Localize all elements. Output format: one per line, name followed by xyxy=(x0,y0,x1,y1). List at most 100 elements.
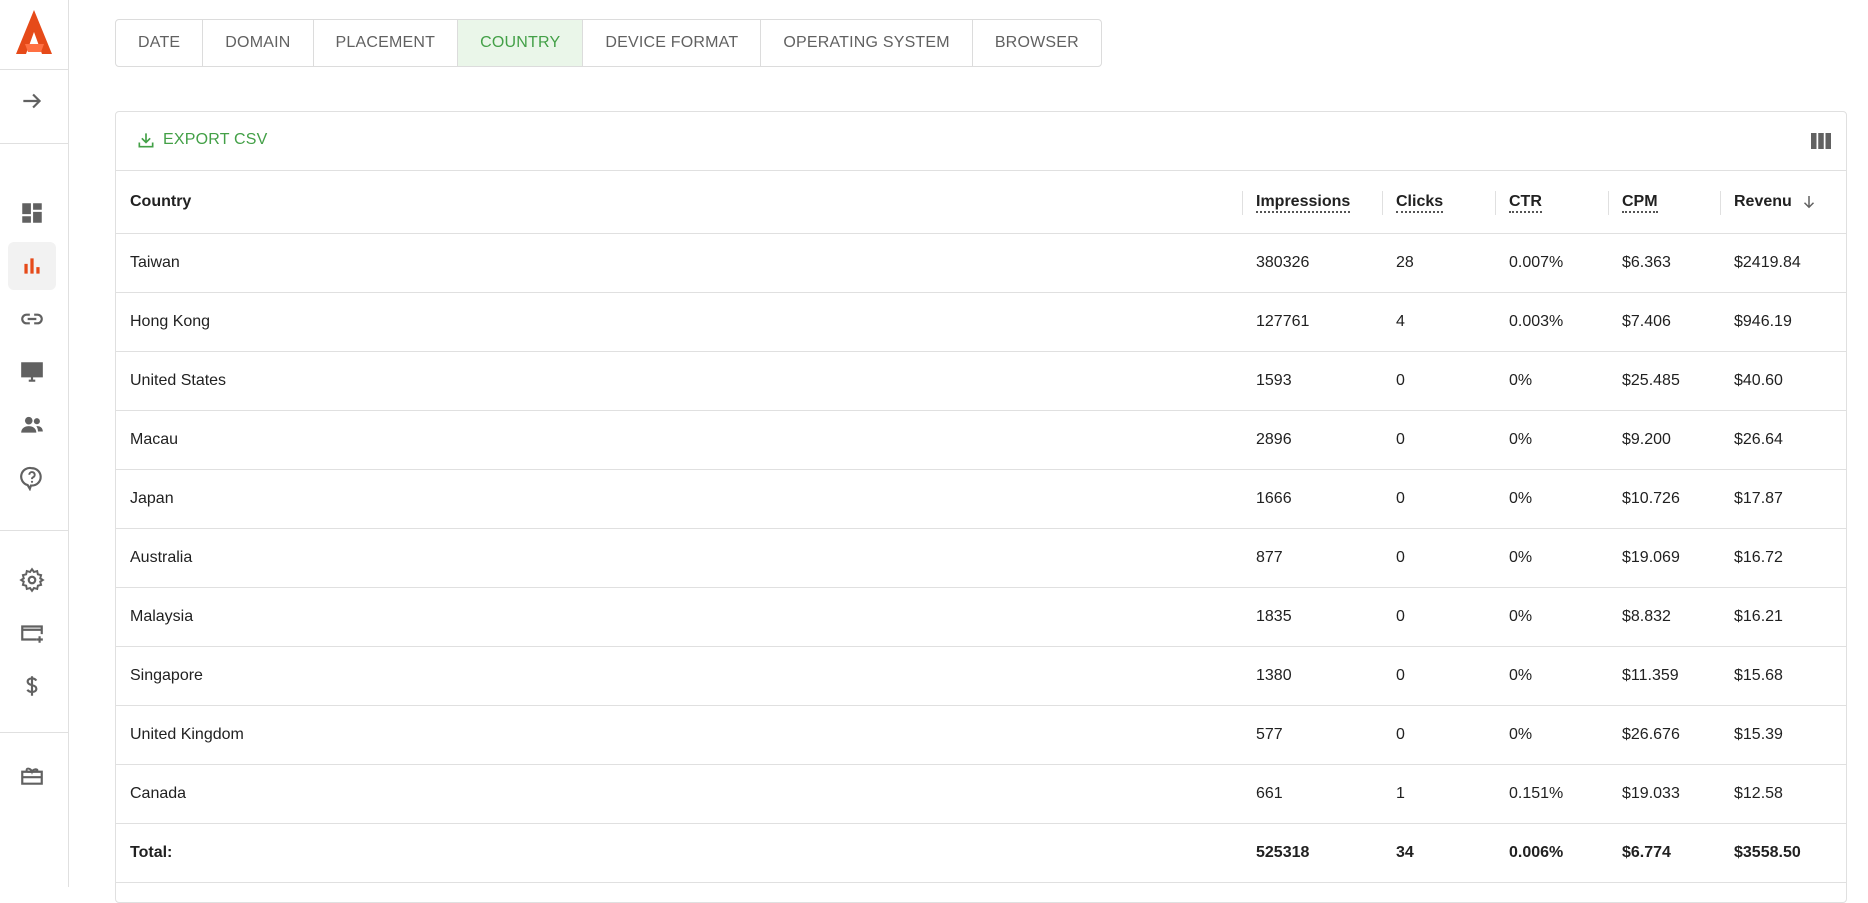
tab-domain[interactable]: DOMAIN xyxy=(203,20,314,66)
columns-icon[interactable] xyxy=(1810,130,1832,152)
cell-clicks: 0 xyxy=(1382,410,1495,470)
cell-revenue: $946.19 xyxy=(1720,292,1846,352)
cell-clicks: 0 xyxy=(1382,705,1495,765)
cell-clicks: 0 xyxy=(1382,587,1495,647)
table-row[interactable]: Canada 661 1 0.151% $19.033 $12.58 xyxy=(116,764,1846,824)
column-header-label: Country xyxy=(130,193,192,210)
total-label: Total: xyxy=(116,823,1242,883)
total-cpm: $6.774 xyxy=(1608,823,1720,883)
cell-revenue: $15.39 xyxy=(1720,705,1846,765)
cell-clicks: 0 xyxy=(1382,469,1495,529)
total-impressions: 525318 xyxy=(1242,823,1382,883)
dollar-icon xyxy=(26,676,38,696)
sidebar-item-users[interactable] xyxy=(8,401,56,449)
download-icon xyxy=(138,133,154,148)
app-logo-icon[interactable] xyxy=(8,8,60,60)
monitor-icon xyxy=(21,362,43,382)
cell-ctr: 0% xyxy=(1495,351,1608,411)
column-header-label: Clicks xyxy=(1396,193,1444,213)
column-header-label: Revenu xyxy=(1734,193,1792,211)
cell-cpm: $10.726 xyxy=(1608,469,1720,529)
export-csv-button[interactable]: EXPORT CSV xyxy=(136,130,268,150)
tab-country[interactable]: COUNTRY xyxy=(458,20,584,66)
column-header-clicks[interactable]: Clicks xyxy=(1382,171,1495,234)
sidebar-item-dashboard[interactable] xyxy=(8,189,56,237)
tab-device-format[interactable]: DEVICE FORMAT xyxy=(583,20,762,66)
column-header-cpm[interactable]: CPM xyxy=(1608,171,1720,234)
sidebar-item-expand[interactable] xyxy=(8,77,56,125)
cell-cpm: $19.033 xyxy=(1608,764,1720,824)
cell-revenue: $2419.84 xyxy=(1720,233,1846,293)
export-csv-label: EXPORT CSV xyxy=(163,131,268,148)
cell-cpm: $9.200 xyxy=(1608,410,1720,470)
cell-impressions: 1666 xyxy=(1242,469,1382,529)
cell-clicks: 4 xyxy=(1382,292,1495,352)
cell-revenue: $26.64 xyxy=(1720,410,1846,470)
sidebar xyxy=(0,0,69,887)
table-row[interactable]: United States 1593 0 0% $25.485 $40.60 xyxy=(116,351,1846,411)
cell-ctr: 0% xyxy=(1495,646,1608,706)
sidebar-item-devices[interactable] xyxy=(8,348,56,396)
cell-revenue: $40.60 xyxy=(1720,351,1846,411)
table-row[interactable]: Macau 2896 0 0% $9.200 $26.64 xyxy=(116,410,1846,470)
cell-cpm: $6.363 xyxy=(1608,233,1720,293)
cell-clicks: 0 xyxy=(1382,646,1495,706)
table-row[interactable]: Malaysia 1835 0 0% $8.832 $16.21 xyxy=(116,587,1846,647)
tab-date[interactable]: DATE xyxy=(116,20,204,66)
column-header-label: Impressions xyxy=(1256,193,1351,213)
sidebar-divider xyxy=(0,69,68,70)
cell-clicks: 1 xyxy=(1382,764,1495,824)
sidebar-item-help[interactable] xyxy=(8,454,56,502)
report-card: EXPORT CSV Country Impressions Clicks CT… xyxy=(115,111,1847,903)
cell-impressions: 577 xyxy=(1242,705,1382,765)
cell-country: Australia xyxy=(116,528,1242,588)
people-icon xyxy=(21,416,43,433)
sidebar-item-payments[interactable] xyxy=(8,662,56,710)
cell-clicks: 28 xyxy=(1382,233,1495,293)
table-header-row: Country Impressions Clicks CTR CPM Reven… xyxy=(116,171,1846,234)
cell-impressions: 661 xyxy=(1242,764,1382,824)
cell-ctr: 0% xyxy=(1495,410,1608,470)
table-row[interactable]: Japan 1666 0 0% $10.726 $17.87 xyxy=(116,469,1846,529)
sidebar-item-links[interactable] xyxy=(8,295,56,343)
cell-country: Macau xyxy=(116,410,1242,470)
cell-country: Hong Kong xyxy=(116,292,1242,352)
cell-ctr: 0% xyxy=(1495,469,1608,529)
total-ctr: 0.006% xyxy=(1495,823,1608,883)
tab-browser[interactable]: BROWSER xyxy=(973,20,1101,66)
table-row[interactable]: United Kingdom 577 0 0% $26.676 $15.39 xyxy=(116,705,1846,765)
sidebar-item-reports[interactable] xyxy=(8,242,56,290)
cell-ctr: 0.151% xyxy=(1495,764,1608,824)
sidebar-item-rewards[interactable] xyxy=(8,751,56,799)
table-row[interactable]: Singapore 1380 0 0% $11.359 $15.68 xyxy=(116,646,1846,706)
sidebar-item-payment-method[interactable] xyxy=(8,609,56,657)
sidebar-divider xyxy=(0,143,68,144)
table-toolbar: EXPORT CSV xyxy=(116,112,1846,171)
column-header-ctr[interactable]: CTR xyxy=(1495,171,1608,234)
cell-cpm: $8.832 xyxy=(1608,587,1720,647)
table-row[interactable]: Hong Kong 127761 4 0.003% $7.406 $946.19 xyxy=(116,292,1846,352)
column-header-impressions[interactable]: Impressions xyxy=(1242,171,1382,234)
cell-clicks: 0 xyxy=(1382,528,1495,588)
total-clicks: 34 xyxy=(1382,823,1495,883)
column-header-country[interactable]: Country xyxy=(116,171,1242,234)
cell-country: United Kingdom xyxy=(116,705,1242,765)
cell-ctr: 0% xyxy=(1495,587,1608,647)
tab-placement[interactable]: PLACEMENT xyxy=(314,20,459,66)
card-plus-icon xyxy=(21,625,43,643)
column-header-revenue[interactable]: Revenu xyxy=(1720,171,1846,234)
cell-impressions: 1593 xyxy=(1242,351,1382,411)
table-total-row: Total: 525318 34 0.006% $6.774 $3558.50 xyxy=(116,823,1846,883)
tab-operating-system[interactable]: OPERATING SYSTEM xyxy=(761,20,973,66)
sidebar-item-settings[interactable] xyxy=(8,556,56,604)
arrow-down-icon[interactable] xyxy=(1800,193,1818,211)
cell-impressions: 1380 xyxy=(1242,646,1382,706)
cell-impressions: 380326 xyxy=(1242,233,1382,293)
cell-cpm: $26.676 xyxy=(1608,705,1720,765)
table-row[interactable]: Taiwan 380326 28 0.007% $6.363 $2419.84 xyxy=(116,233,1846,293)
table-row[interactable]: Australia 877 0 0% $19.069 $16.72 xyxy=(116,528,1846,588)
gift-icon xyxy=(21,767,43,785)
cell-clicks: 0 xyxy=(1382,351,1495,411)
cell-ctr: 0% xyxy=(1495,528,1608,588)
total-revenue: $3558.50 xyxy=(1720,823,1846,883)
